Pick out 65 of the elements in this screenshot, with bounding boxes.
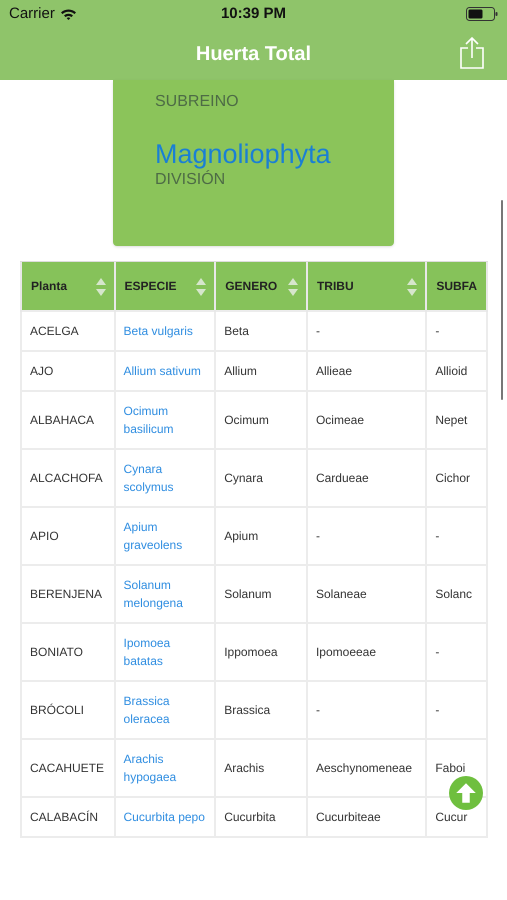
taxon-rank: SUBREINO xyxy=(155,92,240,112)
species-link[interactable]: Allium sativum xyxy=(114,351,216,391)
species-link[interactable]: Cucurbita pepo xyxy=(114,797,216,837)
table-cell: Nepet xyxy=(426,391,487,449)
table-cell: CALABACÍN xyxy=(21,797,115,837)
table-cell: APIO xyxy=(21,507,115,565)
table-cell: Cichor xyxy=(426,449,487,507)
table-cell: Cucurbita xyxy=(215,797,307,837)
battery-icon xyxy=(466,7,498,21)
table-cell: Allioid xyxy=(426,351,487,391)
table-cell: ACELGA xyxy=(21,311,115,351)
table-cell: Arachis xyxy=(215,739,307,797)
species-link[interactable]: Ipomoea batatas xyxy=(114,623,216,681)
species-link[interactable]: Apium graveolens xyxy=(114,507,216,565)
species-link[interactable]: Beta vulgaris xyxy=(114,311,216,351)
table-cell: Cynara xyxy=(215,449,307,507)
wifi-icon xyxy=(60,8,77,20)
table-cell: AJO xyxy=(21,351,115,391)
table-cell: Brassica xyxy=(215,681,307,739)
table-cell: Solanum xyxy=(215,565,307,623)
clock-time: 10:39 PM xyxy=(220,4,286,24)
scroll-to-top-button[interactable] xyxy=(449,776,483,810)
table-cell: Ocimum xyxy=(215,391,307,449)
table-cell: Cardueae xyxy=(306,449,426,507)
table-cell: BONIATO xyxy=(21,623,115,681)
table-cell: Solanc xyxy=(426,565,487,623)
table-cell: - xyxy=(306,681,426,739)
carrier-label: Carrier xyxy=(9,4,55,24)
table-cell: ALBAHACA xyxy=(21,391,115,449)
scrollbar-icon xyxy=(501,200,503,400)
table-cell: CACAHUETE xyxy=(21,739,115,797)
column-header[interactable]: SUBFA xyxy=(426,262,487,311)
table-cell: Beta xyxy=(215,311,307,351)
taxon-name: Magnoliophyta xyxy=(155,138,332,170)
table-cell: Ipomoeeae xyxy=(306,623,426,681)
table-cell: - xyxy=(426,681,487,739)
table-cell: - xyxy=(426,507,487,565)
nav-title: Huerta Total xyxy=(196,42,312,67)
table-cell: Apium xyxy=(215,507,307,565)
table-cell: Ippomoea xyxy=(215,623,307,681)
species-link[interactable]: Brassica oleracea xyxy=(114,681,216,739)
table-cell: Allieae xyxy=(306,351,426,391)
species-link[interactable]: Solanum melongena xyxy=(114,565,216,623)
table-cell: Ocimeae xyxy=(306,391,426,449)
table-cell: - xyxy=(306,507,426,565)
species-link[interactable]: Ocimum basilicum xyxy=(114,391,216,449)
share-icon[interactable] xyxy=(459,36,485,70)
table-cell: Cucurbiteae xyxy=(306,797,426,837)
table-cell: BRÓCOLI xyxy=(21,681,115,739)
table-cell: Allium xyxy=(215,351,307,391)
table-cell: - xyxy=(306,311,426,351)
column-header[interactable]: TRIBU xyxy=(306,262,426,311)
column-header[interactable]: Planta xyxy=(21,262,115,311)
taxon-rank: DIVISIÓN xyxy=(155,170,226,190)
column-header[interactable]: GENERO xyxy=(215,262,307,311)
table-cell: BERENJENA xyxy=(21,565,115,623)
column-header[interactable]: ESPECIE xyxy=(114,262,216,311)
species-link[interactable]: Cynara scolymus xyxy=(114,449,216,507)
up-arrow-icon xyxy=(454,781,478,805)
table-cell: Aeschynomeneae xyxy=(306,739,426,797)
species-link[interactable]: Arachis hypogaea xyxy=(114,739,216,797)
table-cell: - xyxy=(426,311,487,351)
table-cell: - xyxy=(426,623,487,681)
table-cell: Solaneae xyxy=(306,565,426,623)
table-cell: ALCACHOFA xyxy=(21,449,115,507)
